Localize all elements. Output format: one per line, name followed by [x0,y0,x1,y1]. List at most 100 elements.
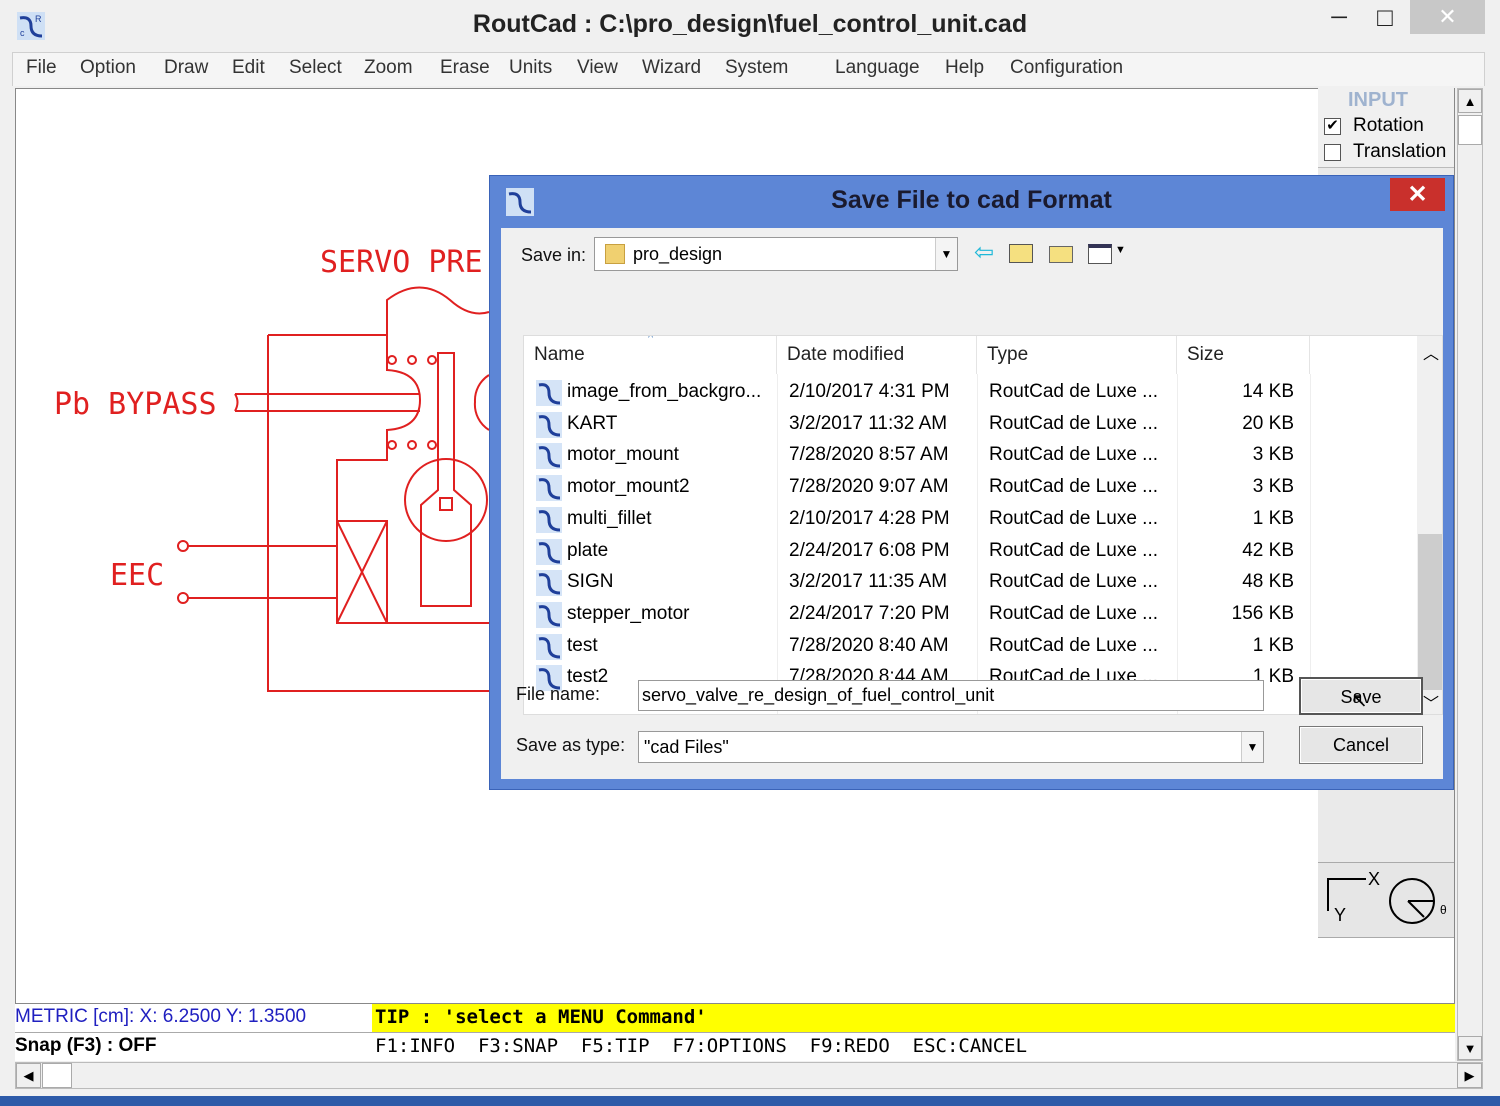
hscroll-thumb[interactable] [42,1063,72,1088]
chevron-down-icon[interactable]: ▼ [1241,732,1263,762]
rotation-angle-icon [1388,877,1438,929]
coords-readout: METRIC [cm]: X: 6.2500 Y: 1.3500 [15,1006,306,1028]
col-type[interactable]: Type [977,336,1177,374]
file-row[interactable]: multi_fillet 2/10/2017 4:28 PM RoutCad d… [524,504,1414,535]
scroll-up-button[interactable]: ▲ [1458,89,1482,113]
scroll-left-button[interactable]: ◀ [16,1063,41,1088]
axis-y-label: Y [1334,905,1346,926]
file-size: 156 KB [1232,603,1294,625]
file-type: RoutCad de Luxe ... [989,540,1158,562]
col-date[interactable]: Date modified [777,336,977,374]
vertical-scrollbar[interactable]: ▲ ▼ [1457,88,1483,1061]
close-button[interactable]: ✕ [1410,0,1485,34]
col-size[interactable]: Size [1177,336,1310,374]
dialog-title: Save File to cad Format [490,186,1453,215]
menu-option[interactable]: Option [80,57,136,79]
menu-wizard[interactable]: Wizard [642,57,701,79]
new-folder-icon[interactable] [1049,246,1073,263]
chevron-down-icon[interactable]: ▼ [935,238,957,270]
title-bar: Rc RoutCad : C:\pro_design\fuel_control_… [0,0,1500,52]
horizontal-scrollbar[interactable]: ◀ ▶ [15,1062,1483,1089]
save-in-dropdown[interactable]: pro_design ▼ [594,237,958,271]
menu-view[interactable]: View [577,57,618,79]
back-icon[interactable]: ⇦ [974,238,994,267]
file-name: test [567,635,598,657]
file-row[interactable]: motor_mount 7/28/2020 8:57 AM RoutCad de… [524,440,1414,471]
filename-input[interactable] [638,680,1264,711]
dialog-close-button[interactable]: ✕ [1390,178,1445,211]
file-date: 2/24/2017 7:20 PM [789,603,950,625]
cad-file-icon [536,475,562,501]
cad-file-icon [536,602,562,628]
file-row[interactable]: motor_mount2 7/28/2020 9:07 AM RoutCad d… [524,472,1414,503]
window-border [0,1096,1500,1106]
folder-icon [605,244,625,264]
input-title: INPUT [1348,89,1408,112]
scroll-down-button[interactable]: ▼ [1458,1036,1482,1060]
view-menu-chevron-icon[interactable]: ▼ [1115,244,1126,256]
save-in-label: Save in: [521,245,586,266]
menu-draw[interactable]: Draw [164,57,208,79]
minimize-button[interactable]: ─ [1316,0,1362,34]
file-row[interactable]: image_from_backgro... 2/10/2017 4:31 PM … [524,377,1414,408]
menu-language[interactable]: Language [835,57,920,79]
scroll-right-button[interactable]: ▶ [1457,1063,1482,1088]
save-type-value: "cad Files" [644,737,729,758]
translation-checkbox[interactable] [1324,144,1341,161]
save-dialog: Save File to cad Format ✕ Save in: pro_d… [489,175,1454,790]
file-size: 3 KB [1253,444,1294,466]
file-type: RoutCad de Luxe ... [989,603,1158,625]
file-type: RoutCad de Luxe ... [989,444,1158,466]
window-title: RoutCad : C:\pro_design\fuel_control_uni… [0,10,1500,39]
file-date: 2/10/2017 4:31 PM [789,381,950,403]
file-date: 3/2/2017 11:35 AM [789,571,947,593]
file-name: KART [567,413,617,435]
theta-label: θ [1440,903,1447,917]
file-name: SIGN [567,571,613,593]
rotation-checkbox[interactable]: ✔ [1324,118,1341,135]
maximize-button[interactable]: □ [1362,0,1408,34]
menu-edit[interactable]: Edit [232,57,265,79]
scroll-down-icon[interactable]: ﹀ [1423,690,1439,714]
menu-erase[interactable]: Erase [440,57,490,79]
file-size: 1 KB [1253,508,1294,530]
menu-help[interactable]: Help [945,57,984,79]
file-row[interactable]: SIGN 3/2/2017 11:35 AM RoutCad de Luxe .… [524,567,1414,598]
menu-zoom[interactable]: Zoom [364,57,413,79]
menu-configuration[interactable]: Configuration [1010,57,1123,79]
file-size: 3 KB [1253,476,1294,498]
up-folder-icon[interactable] [1009,244,1033,263]
file-row[interactable]: stepper_motor 2/24/2017 7:20 PM RoutCad … [524,599,1414,630]
file-row[interactable]: test 7/28/2020 8:40 AM RoutCad de Luxe .… [524,631,1414,662]
cad-file-icon [536,634,562,660]
view-menu-icon[interactable] [1088,244,1112,264]
file-row[interactable]: KART 3/2/2017 11:32 AM RoutCad de Luxe .… [524,409,1414,440]
file-row[interactable]: plate 2/24/2017 6:08 PM RoutCad de Luxe … [524,536,1414,567]
file-size: 42 KB [1242,540,1294,562]
file-size: 20 KB [1242,413,1294,435]
save-type-dropdown[interactable]: "cad Files" ▼ [638,731,1264,763]
menu-units[interactable]: Units [509,57,552,79]
menu-select[interactable]: Select [289,57,342,79]
save-in-value: pro_design [633,244,722,265]
file-list[interactable]: Name ^ Date modified Type Size image_fro… [523,335,1443,715]
cad-file-icon [536,443,562,469]
scroll-thumb[interactable] [1458,115,1482,145]
cad-file-icon [536,570,562,596]
file-name: image_from_backgro... [567,381,761,403]
file-type: RoutCad de Luxe ... [989,508,1158,530]
scroll-up-icon[interactable]: ︿ [1423,340,1439,364]
axis-panel: X Y θ [1318,862,1454,938]
file-date: 2/10/2017 4:28 PM [789,508,950,530]
save-type-label: Save as type: [516,735,625,756]
rotation-label: Rotation [1353,115,1424,137]
menu-file[interactable]: File [26,57,57,79]
file-size: 48 KB [1242,571,1294,593]
file-list-scrollbar[interactable]: ︿ ﹀ [1417,336,1443,715]
file-list-scroll-thumb[interactable] [1418,534,1442,690]
menu-system[interactable]: System [725,57,788,79]
file-type: RoutCad de Luxe ... [989,413,1158,435]
key-hints: F1:INFO F3:SNAP F5:TIP F7:OPTIONS F9:RED… [375,1035,1027,1057]
cancel-button[interactable]: Cancel [1299,726,1423,764]
sort-ascending-icon: ^ [648,335,653,344]
